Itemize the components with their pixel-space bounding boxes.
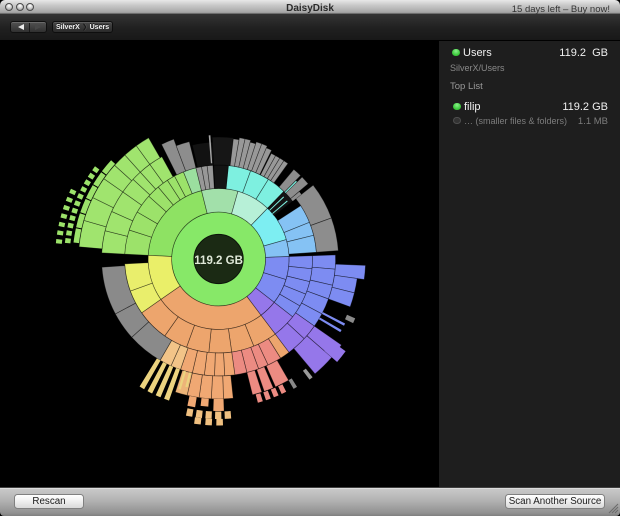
svg-text:119.2 GB: 119.2 GB [194, 255, 243, 267]
